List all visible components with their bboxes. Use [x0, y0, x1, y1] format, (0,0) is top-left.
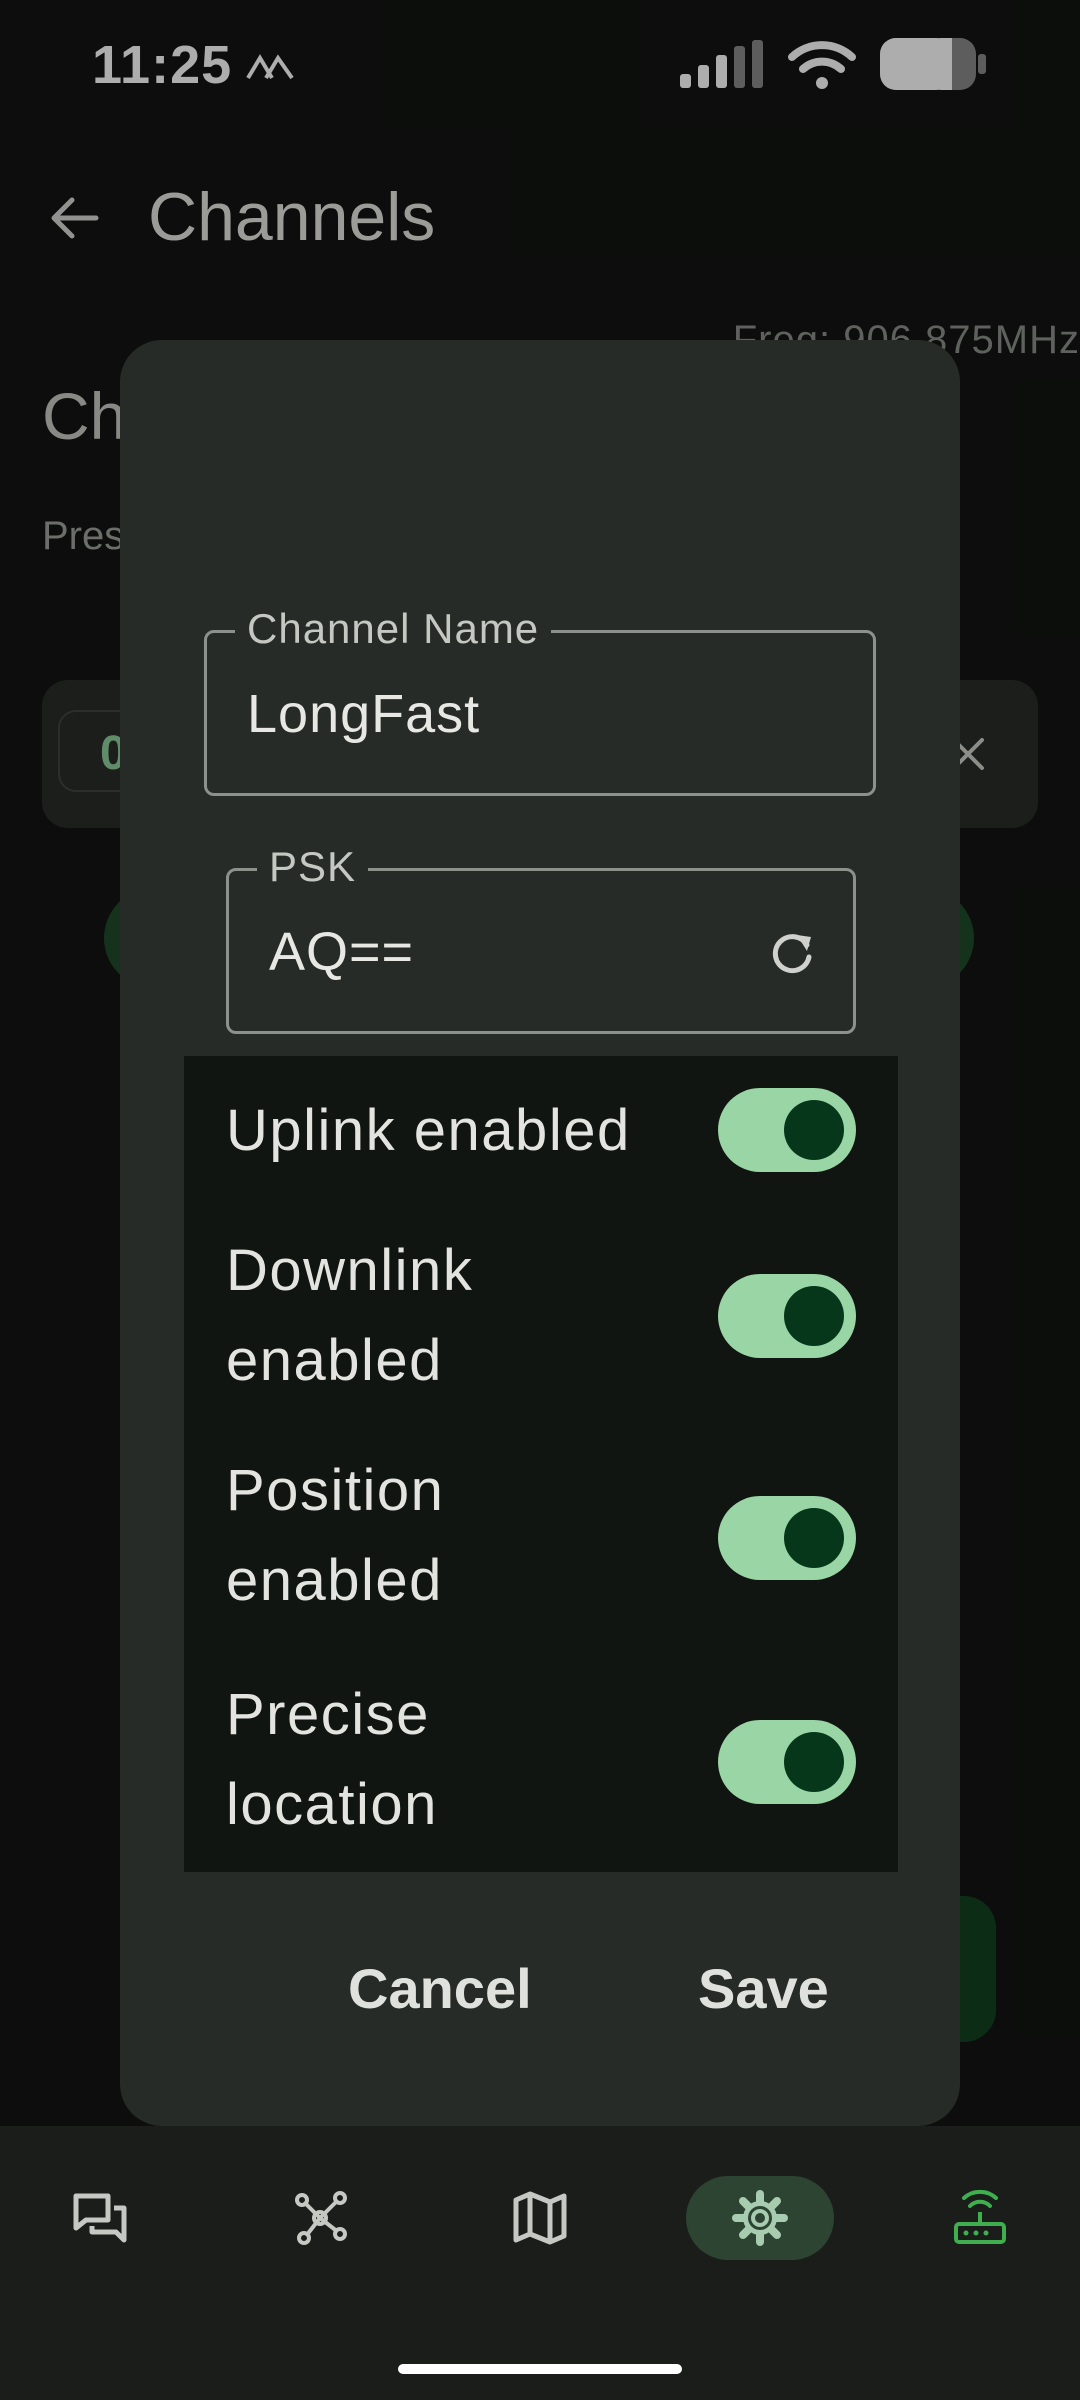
- home-indicator[interactable]: [398, 2364, 682, 2374]
- channel-name-label: Channel Name: [235, 605, 552, 653]
- save-button[interactable]: Save: [698, 1956, 829, 2021]
- nav-connections[interactable]: [920, 2176, 1040, 2260]
- map-icon: [513, 2191, 567, 2245]
- nav-map[interactable]: [480, 2176, 600, 2260]
- toggle-knob: [784, 1100, 844, 1160]
- switch-list: Uplink enabled Downlink enabled Position…: [184, 1056, 898, 1872]
- toggle-knob: [784, 1508, 844, 1568]
- switch-row-uplink[interactable]: Uplink enabled: [184, 1056, 898, 1206]
- cancel-button[interactable]: Cancel: [348, 1956, 532, 2021]
- bottom-navigation: [0, 2126, 1080, 2400]
- refresh-icon[interactable]: [767, 927, 819, 979]
- chat-icon: [73, 2193, 127, 2243]
- psk-input[interactable]: AQ==: [269, 921, 414, 983]
- uplink-toggle[interactable]: [718, 1088, 856, 1172]
- toggle-knob: [784, 1286, 844, 1346]
- edit-channel-dialog: Channel Name LongFast PSK AQ== Uplink en…: [120, 340, 960, 2126]
- psk-field[interactable]: PSK AQ==: [226, 843, 856, 1034]
- psk-label: PSK: [257, 843, 369, 891]
- nav-settings[interactable]: [700, 2176, 820, 2260]
- position-toggle[interactable]: [718, 1496, 856, 1580]
- downlink-toggle[interactable]: [718, 1274, 856, 1358]
- nodes-icon: [295, 2191, 347, 2245]
- downlink-label: Downlink enabled: [226, 1238, 474, 1393]
- router-icon: [954, 2189, 1006, 2244]
- precise-location-label: Precise location: [226, 1682, 438, 1837]
- toggle-knob: [784, 1732, 844, 1792]
- switch-row-position[interactable]: Position enabled: [184, 1426, 898, 1650]
- channel-name-field[interactable]: Channel Name LongFast: [204, 605, 876, 796]
- nav-messages[interactable]: [40, 2176, 160, 2260]
- uplink-label: Uplink enabled: [226, 1098, 631, 1163]
- switch-row-downlink[interactable]: Downlink enabled: [184, 1206, 898, 1426]
- nav-nodes[interactable]: [260, 2176, 380, 2260]
- switch-row-precise-location[interactable]: Precise location: [184, 1650, 898, 1872]
- position-label: Position enabled: [226, 1458, 445, 1613]
- settings-icon: [732, 2190, 788, 2246]
- channel-name-input[interactable]: LongFast: [247, 683, 480, 745]
- precise-location-toggle[interactable]: [718, 1720, 856, 1804]
